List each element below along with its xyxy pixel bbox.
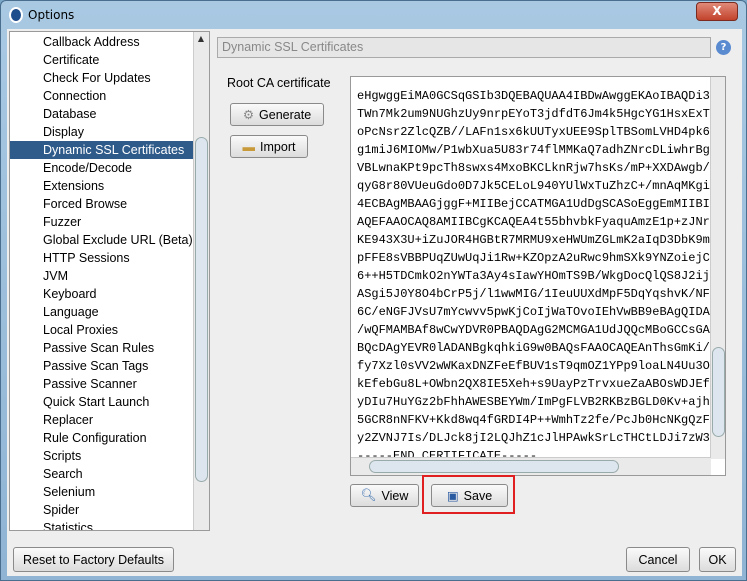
- gear-icon: ⚙: [242, 108, 255, 122]
- certificate-line: yDIu7HuYGz2bFhhAWESBEYWm/ImPgFLVB2RKBzBG…: [357, 395, 725, 409]
- certificate-line: eHgwggEiMA0GCSqGSIb3DQEBAQUAA4IBDwAwggEK…: [357, 89, 725, 103]
- panel-title: Dynamic SSL Certificates: [217, 37, 711, 58]
- sidebar-item[interactable]: Language: [10, 303, 194, 321]
- certificate-line: 5GCR8nNFKV+Kkd8wq4fGRDI4P++WmhTz2fe/PcJb…: [357, 413, 725, 427]
- sidebar-item[interactable]: Connection: [10, 87, 194, 105]
- certificate-line: kEfebGu8L+OWbn2QX8IE5Xeh+s9UayPzTrvxueZa…: [357, 377, 725, 391]
- certificate-line: /wQFMAMBAf8wCwYDVR0PBAQDAgG2MCMGA1UdJQQc…: [357, 323, 725, 337]
- tree-scroll-thumb[interactable]: [195, 137, 208, 482]
- certificate-line: y2ZVNJ7Is/DLJck8jI2LQJhZ1cJlHPAwkSrLcTHC…: [357, 431, 725, 445]
- sidebar-item[interactable]: Display: [10, 123, 194, 141]
- root-ca-label: Root CA certificate: [227, 76, 331, 90]
- certificate-line: AQEFAAOCAQ8AMIIBCgKCAQEA4t55bhvbkFyaquAm…: [357, 215, 725, 229]
- certificate-line: 4ECBAgMBAAGjggF+MIIBejCCATMGA1UdDgSCASoE…: [357, 197, 725, 211]
- sidebar-item[interactable]: Replacer: [10, 411, 194, 429]
- tree-scrollbar[interactable]: ▲: [193, 32, 209, 530]
- save-highlight-box: [422, 475, 515, 514]
- certificate-line: VBLwnaKPt9pcTh8swxs4MxoBKCLknRjw7hsKs/mP…: [357, 161, 725, 175]
- certificate-line: qyG8r80VUeuGdo0D7Jk5CELoL940YUlWxTuZhzC+…: [357, 179, 725, 193]
- help-icon[interactable]: ?: [716, 40, 731, 55]
- sidebar-item[interactable]: Certificate: [10, 51, 194, 69]
- certificate-text: eHgwggEiMA0GCSqGSIb3DQEBAQUAA4IBDwAwggEK…: [357, 77, 725, 465]
- sidebar-item[interactable]: Rule Configuration: [10, 429, 194, 447]
- generate-button[interactable]: ⚙ Generate: [230, 103, 324, 126]
- sidebar-item[interactable]: Spider: [10, 501, 194, 519]
- certificate-line: BQcDAgYEVR0lADANBgkqhkiG9w0BAQsFAAOCAQEA…: [357, 341, 725, 355]
- sidebar-item[interactable]: Dynamic SSL Certificates: [10, 141, 194, 159]
- folder-icon: ▬: [242, 139, 256, 154]
- certificate-line: pFFE8sVBBPUqZUwUqJi1Rw+KZOpzA2uRwc9hmSXk…: [357, 251, 725, 265]
- title-bar: Options: [9, 6, 74, 24]
- certificate-line: ASgi5J0Y8O4bCrP5j/l1wwMIG/1IeuUUXdMpF5Dq…: [357, 287, 725, 301]
- sidebar-item[interactable]: Passive Scan Tags: [10, 357, 194, 375]
- sidebar-item[interactable]: Extensions: [10, 177, 194, 195]
- sidebar-item[interactable]: Forced Browse: [10, 195, 194, 213]
- reset-defaults-button[interactable]: Reset to Factory Defaults: [13, 547, 174, 572]
- zap-logo-icon: [9, 7, 23, 23]
- sidebar-item[interactable]: Search: [10, 465, 194, 483]
- import-button[interactable]: ▬ Import: [230, 135, 308, 158]
- sidebar-item[interactable]: Scripts: [10, 447, 194, 465]
- sidebar-item[interactable]: Global Exclude URL (Beta): [10, 231, 194, 249]
- sidebar-item[interactable]: Passive Scanner: [10, 375, 194, 393]
- certificate-line: 6++H5TDCmkO2nYWTa3Ay4sIawYHOmTS9B/WkgDoc…: [357, 269, 725, 283]
- sidebar-item[interactable]: Encode/Decode: [10, 159, 194, 177]
- certificate-line: KE943X3U+iZuJOR4HGBtR7MRMU9xeHWUmZGLmK2a…: [357, 233, 725, 247]
- window-title: Options: [28, 8, 75, 22]
- close-button[interactable]: X: [696, 2, 738, 21]
- sidebar-item[interactable]: Quick Start Launch: [10, 393, 194, 411]
- sidebar-item[interactable]: Database: [10, 105, 194, 123]
- dialog-body: Statistics Spider Selenium Search Scripts Rul…: [7, 29, 742, 576]
- certificate-textarea[interactable]: eHgwggEiMA0GCSqGSIb3DQEBAQUAA4IBDwAwggEK…: [350, 76, 726, 476]
- cancel-button[interactable]: Cancel: [626, 547, 690, 572]
- certificate-line: g1miJ6MIOMw/P1wbXua5U83r74flMMKaQ7adhZNr…: [357, 143, 725, 157]
- magnifier-icon: 🔍︎: [360, 488, 377, 502]
- sidebar-item[interactable]: Local Proxies: [10, 321, 194, 339]
- cert-vscroll-thumb[interactable]: [712, 347, 725, 437]
- sidebar-item[interactable]: Keyboard: [10, 285, 194, 303]
- sidebar-item[interactable]: Check For Updates: [10, 69, 194, 87]
- sidebar-item[interactable]: Selenium: [10, 483, 194, 501]
- import-label: Import: [260, 139, 296, 154]
- ok-button[interactable]: OK: [699, 547, 736, 572]
- sidebar-item[interactable]: JVM: [10, 267, 194, 285]
- sidebar-item[interactable]: Callback Address: [10, 33, 194, 51]
- options-tree: Statistics Spider Selenium Search Scripts Rul…: [9, 31, 210, 531]
- sidebar-item[interactable]: Statistics: [10, 519, 194, 530]
- cert-horizontal-scrollbar[interactable]: [351, 457, 711, 475]
- options-window: Options X Statistics Spider Selenium Search…: [0, 0, 747, 581]
- generate-label: Generate: [259, 107, 312, 122]
- scroll-up-icon[interactable]: ▲: [194, 34, 208, 43]
- sidebar-item[interactable]: Fuzzer: [10, 213, 194, 231]
- view-label: View: [381, 488, 409, 503]
- view-button[interactable]: 🔍︎ View: [350, 484, 419, 507]
- certificate-line: 6C/eNGFJVsU7mYcwvv5pwKjCoIjWaTOvoIEhVwBB…: [357, 305, 725, 319]
- certificate-line: TWn7Mk2um9NUGhzUy9nrpEYoT3jdfdT6Jm4k5Hgc…: [357, 107, 725, 121]
- sidebar-item[interactable]: HTTP Sessions: [10, 249, 194, 267]
- cert-vertical-scrollbar[interactable]: [710, 77, 725, 459]
- sidebar-item[interactable]: Passive Scan Rules: [10, 339, 194, 357]
- cert-hscroll-thumb[interactable]: [369, 460, 619, 473]
- certificate-line: oPcNsr2ZlcQZB//LAFn1sx6kUUTyxUEE9SplTBSo…: [357, 125, 725, 139]
- certificate-line: fy7Xzl0sVV2wWKaxDNZFeEfBUV1sT9qmOZ1YPp9l…: [357, 359, 725, 373]
